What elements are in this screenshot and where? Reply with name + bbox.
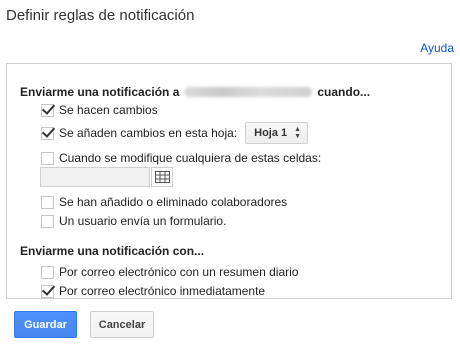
notify-with-heading: Enviarme una notificación con... — [20, 244, 205, 258]
option-label: Se han añadido o eliminado colaboradores — [59, 195, 288, 209]
option-cells-modified[interactable]: Cuando se modifique cualquiera de estas … — [41, 151, 321, 165]
option-label: Se añaden cambios en esta hoja: — [59, 126, 238, 140]
option-sheet-changes[interactable]: Se añaden cambios en esta hoja: Hoja 1 ▲… — [41, 122, 309, 144]
checkbox-daily-digest[interactable] — [41, 265, 54, 279]
checkbox-immediately[interactable] — [41, 284, 54, 298]
checkbox-collaborators[interactable] — [41, 195, 54, 209]
up-down-arrows-icon: ▲ ▼ — [294, 126, 302, 140]
cell-range-input[interactable] — [40, 167, 150, 187]
option-immediately[interactable]: Por correo electrónico inmediatamente — [41, 284, 265, 298]
option-label: Se hacen cambios — [59, 103, 158, 117]
dialog-title: Definir reglas de notificación — [6, 7, 195, 24]
notify-when-heading-suffix: cuando... — [317, 85, 371, 99]
grid-icon — [154, 171, 170, 183]
redacted-email — [184, 87, 313, 97]
help-link[interactable]: Ayuda — [420, 41, 454, 55]
checkbox-sheet-changes[interactable] — [41, 126, 54, 140]
option-collaborators[interactable]: Se han añadido o eliminado colaboradores — [41, 195, 287, 209]
notify-when-heading-prefix: Enviarme una notificación a — [20, 85, 180, 99]
select-range-button[interactable] — [151, 167, 173, 187]
option-label: Por correo electrónico con un resumen di… — [59, 265, 299, 279]
option-label: Por correo electrónico inmediatamente — [59, 284, 266, 298]
save-button[interactable]: Guardar — [14, 311, 77, 338]
option-label: Un usuario envía un formulario. — [59, 214, 227, 228]
checkbox-form-submitted[interactable] — [41, 214, 54, 228]
notify-when-heading: Enviarme una notificación a cuando... — [20, 85, 370, 99]
option-label: Cuando se modifique cualquiera de estas … — [59, 151, 322, 165]
sheet-select-value: Hoja 1 — [254, 127, 288, 139]
option-form-submitted[interactable]: Un usuario envía un formulario. — [41, 214, 226, 228]
checkbox-cells-modified[interactable] — [41, 151, 54, 165]
option-daily-digest[interactable]: Por correo electrónico con un resumen di… — [41, 265, 298, 279]
notification-rules-panel: Enviarme una notificación a cuando... Se … — [6, 63, 452, 299]
cancel-button[interactable]: Cancelar — [90, 311, 154, 338]
checkbox-changes-made[interactable] — [41, 103, 54, 117]
sheet-select[interactable]: Hoja 1 ▲ ▼ — [245, 122, 309, 144]
option-changes-made[interactable]: Se hacen cambios — [41, 103, 158, 117]
